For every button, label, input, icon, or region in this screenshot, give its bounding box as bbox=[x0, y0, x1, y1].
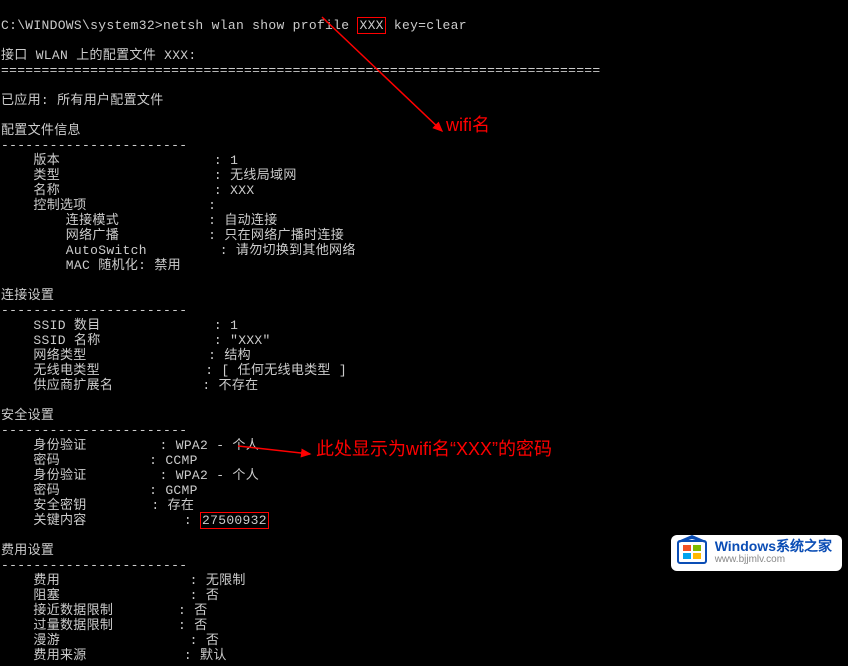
row-type: 类型 : 无线局域网 bbox=[1, 168, 297, 183]
cmd-post: key=clear bbox=[386, 18, 467, 33]
row-connmode: 连接模式 : 自动连接 bbox=[1, 213, 278, 228]
applied-line: 已应用: 所有用户配置文件 bbox=[1, 93, 164, 108]
section-dash: ----------------------- bbox=[1, 423, 187, 438]
interface-header: 接口 WLAN 上的配置文件 XXX: bbox=[1, 48, 197, 63]
section-sec: 安全设置 bbox=[1, 408, 54, 423]
row-cipher2: 密码 : GCMP bbox=[1, 483, 198, 498]
row-broadcast: 网络广播 : 只在网络广播时连接 bbox=[1, 228, 344, 243]
row-congested: 阻塞 : 否 bbox=[1, 588, 219, 603]
row-auth2: 身份验证 : WPA2 - 个人 bbox=[1, 468, 259, 483]
row-auth1: 身份验证 : WPA2 - 个人 bbox=[1, 438, 259, 453]
header-underline: ========================================… bbox=[1, 63, 601, 78]
section-profile: 配置文件信息 bbox=[1, 123, 81, 138]
watermark-url: www.bjjmlv.com bbox=[715, 552, 832, 567]
row-costsource: 费用来源 : 默认 bbox=[1, 648, 227, 663]
row-ssidname: SSID 名称 : "XXX" bbox=[1, 333, 271, 348]
row-approach: 接近数据限制 : 否 bbox=[1, 603, 208, 618]
row-roaming: 漫游 : 否 bbox=[1, 633, 219, 648]
row-radiotype: 无线电类型 : [ 任何无线电类型 ] bbox=[1, 363, 347, 378]
row-over: 过量数据限制 : 否 bbox=[1, 618, 208, 633]
watermark: Windows系统之家 www.bjjmlv.com bbox=[671, 535, 842, 571]
row-cipher1: 密码 : CCMP bbox=[1, 453, 198, 468]
section-conn: 连接设置 bbox=[1, 288, 54, 303]
row-nettype: 网络类型 : 结构 bbox=[1, 348, 251, 363]
row-ctrl: 控制选项 : bbox=[1, 198, 216, 213]
section-dash: ----------------------- bbox=[1, 303, 187, 318]
profile-name-highlight: XXX bbox=[357, 17, 385, 34]
row-name: 名称 : XXX bbox=[1, 183, 254, 198]
section-cost: 费用设置 bbox=[1, 543, 54, 558]
section-dash: ----------------------- bbox=[1, 558, 187, 573]
cmd-pre: netsh wlan show profile bbox=[163, 18, 357, 33]
row-seckey: 安全密钥 : 存在 bbox=[1, 498, 194, 513]
row-macrand: MAC 随机化: 禁用 bbox=[1, 258, 181, 273]
row-ssidnum: SSID 数目 : 1 bbox=[1, 318, 238, 333]
keycontent-label: 关键内容 : bbox=[1, 513, 200, 528]
row-version: 版本 : 1 bbox=[1, 153, 238, 168]
windows-logo-icon bbox=[673, 531, 713, 571]
row-key: 关键内容 : 27500932 bbox=[1, 512, 269, 529]
password-highlight: 27500932 bbox=[200, 512, 269, 529]
cmd-prompt: C:\WINDOWS\system32> bbox=[1, 18, 163, 33]
section-dash: ----------------------- bbox=[1, 138, 187, 153]
row-autoswitch: AutoSwitch : 请勿切换到其他网络 bbox=[1, 243, 356, 258]
prompt-line: C:\WINDOWS\system32>netsh wlan show prof… bbox=[1, 17, 467, 34]
row-vendor: 供应商扩展名 : 不存在 bbox=[1, 378, 258, 393]
row-cost: 费用 : 无限制 bbox=[1, 573, 246, 588]
